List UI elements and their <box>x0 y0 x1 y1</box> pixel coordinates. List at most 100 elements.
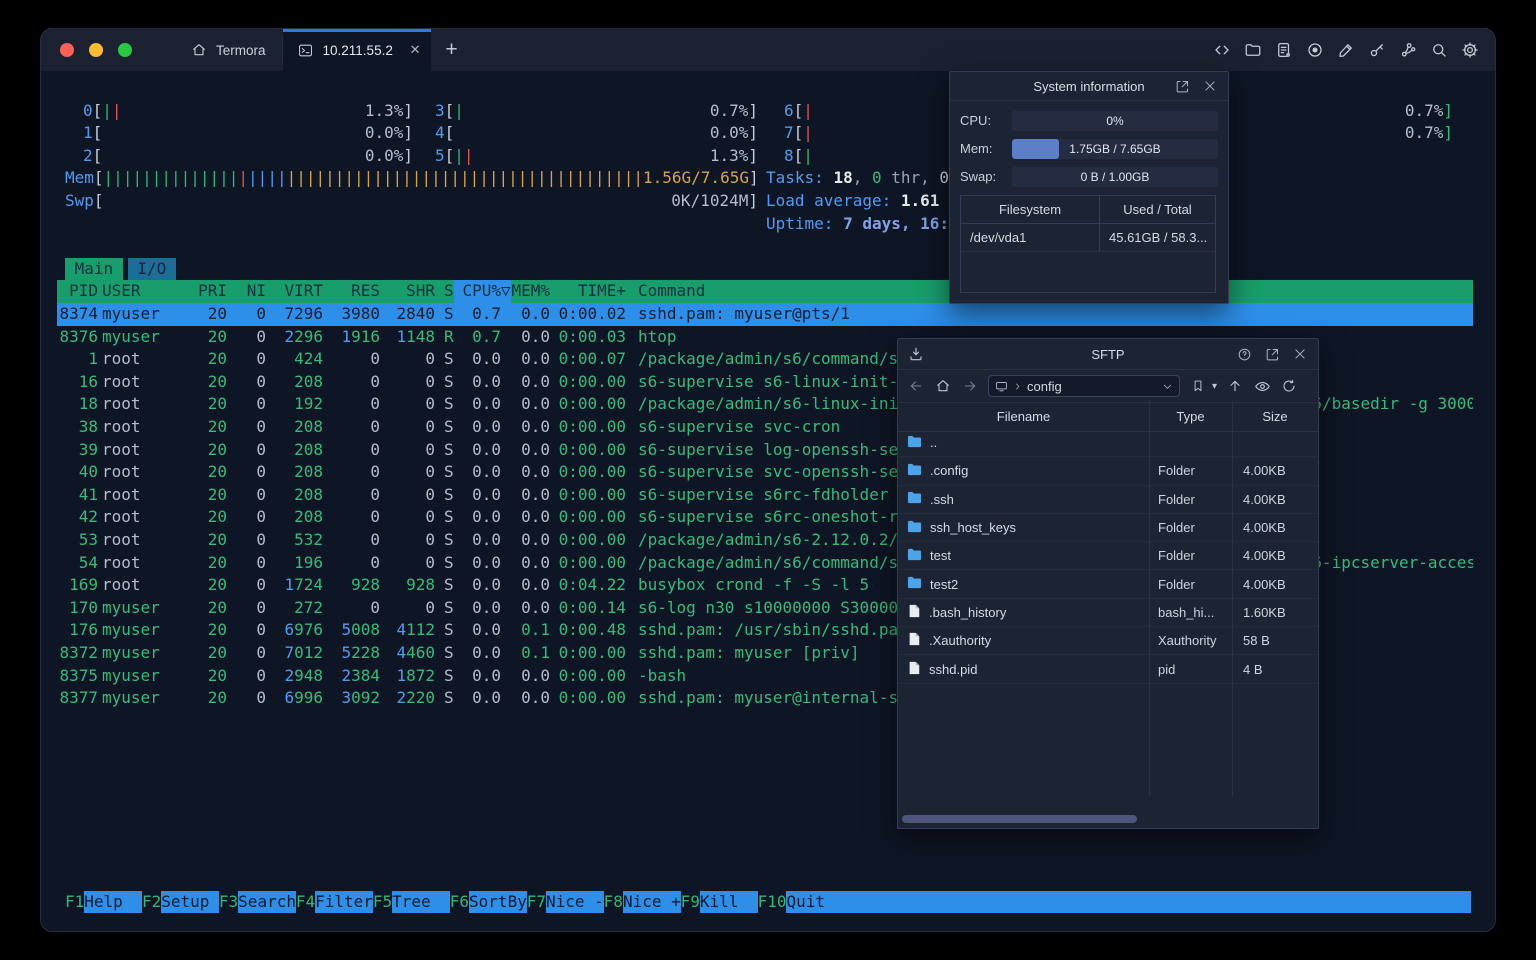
tab-termora-home[interactable]: Termora <box>174 29 282 71</box>
col-size[interactable]: Size <box>1232 403 1318 431</box>
fkey-F10[interactable]: F10 Quit <box>758 890 1471 914</box>
edit-icon[interactable] <box>1337 41 1355 59</box>
file-row[interactable]: .ssh Folder 4.00KB <box>898 486 1318 514</box>
file-row[interactable]: ssh_host_keys Folder 4.00KB <box>898 514 1318 543</box>
back-icon[interactable] <box>907 377 925 395</box>
fkey-F4[interactable]: F4 Filter <box>296 890 373 914</box>
tab-session-active[interactable]: 10.211.55.2 ✕ <box>282 29 431 71</box>
col-shr[interactable]: SHR <box>380 280 435 303</box>
file-icon <box>907 632 921 649</box>
screenshot-stage: Termora 10.211.55.2 ✕ + 0 [| | 1.3%] 1… <box>0 0 1536 960</box>
help-icon[interactable] <box>1235 345 1253 363</box>
new-tab-button[interactable]: + <box>437 35 467 65</box>
col-pri[interactable]: PRI <box>198 280 227 303</box>
fkey-F8[interactable]: F8 Nice + <box>604 890 681 914</box>
sysinfo-titlebar[interactable]: System information <box>950 72 1228 101</box>
col-user[interactable]: USER <box>102 280 198 303</box>
path-input[interactable]: config <box>988 375 1180 397</box>
file-size: 4.00KB <box>1243 548 1286 564</box>
open-in-window-icon[interactable] <box>1173 77 1191 95</box>
sftp-panel: SFTP config ▾ Filename Type Size .. .con… <box>897 338 1319 829</box>
fkey-F2[interactable]: F2 Setup <box>142 890 219 914</box>
system-information-panel: System information CPU: 0% Mem: 1.75GB / 7.… <box>949 71 1229 304</box>
file-row[interactable]: .config Folder 4.00KB <box>898 457 1318 486</box>
chevron-down-icon[interactable] <box>1162 381 1173 392</box>
file-name: test2 <box>930 576 959 592</box>
htop-view-tabs: Main I/O <box>65 257 176 281</box>
sftp-table-header: Filename Type Size <box>898 403 1318 432</box>
folder-icon <box>907 462 922 480</box>
download-icon[interactable] <box>907 345 925 363</box>
memory-meter: Mem[||||||||||||||||||||||||||||||||||||… <box>65 168 759 188</box>
up-directory-icon[interactable] <box>1226 377 1244 395</box>
file-icon <box>907 604 921 621</box>
htop-tab-main[interactable]: Main <box>65 257 123 281</box>
plus-icon: + <box>445 38 458 61</box>
open-in-window-icon[interactable] <box>1263 345 1281 363</box>
sysinfo-meter: Mem: 1.75GB / 7.65GB <box>960 138 1218 159</box>
fkey-F1[interactable]: F1 Help <box>65 890 142 914</box>
fkey-F5[interactable]: F5 Tree <box>373 890 450 914</box>
folder-icon[interactable] <box>1244 41 1262 59</box>
bookmark-icon[interactable] <box>1189 377 1207 395</box>
col-pid[interactable]: PID <box>57 280 98 303</box>
folder-icon <box>907 434 922 452</box>
horizontal-scrollbar[interactable] <box>902 815 1137 823</box>
file-row[interactable]: .Xauthority Xauthority 58 B <box>898 627 1318 656</box>
col-time[interactable]: TIME+ <box>550 280 626 303</box>
file-row[interactable]: test Folder 4.00KB <box>898 542 1318 571</box>
file-type: Folder <box>1158 548 1195 564</box>
process-row[interactable]: 8374 myuser 20 0 7296 3980 2840 S 0.7 0.0 0:00.02 s… <box>57 303 1473 326</box>
close-window-button[interactable] <box>60 43 74 57</box>
fkey-F6[interactable]: F6 SortBy <box>450 890 527 914</box>
snippets-icon[interactable] <box>1275 41 1293 59</box>
fkey-F3[interactable]: F3 Search <box>219 890 296 914</box>
htop-tab-io[interactable]: I/O <box>127 257 176 281</box>
filesystem-row[interactable]: /dev/vda1 45.61GB / 58.3... <box>961 224 1215 252</box>
path-chevron-icon <box>1016 383 1020 389</box>
record-icon[interactable] <box>1306 41 1324 59</box>
col-cpu-sorted[interactable]: CPU% <box>454 280 501 303</box>
col-virt[interactable]: VIRT <box>266 280 323 303</box>
search-icon[interactable] <box>1430 41 1448 59</box>
col-mem[interactable]: MEM% <box>511 280 550 303</box>
col-ni[interactable]: NI <box>227 280 266 303</box>
sftp-titlebar[interactable]: SFTP <box>898 339 1318 370</box>
sftp-toolbar: config ▾ <box>898 370 1318 403</box>
col-res[interactable]: RES <box>323 280 380 303</box>
fkey-F7[interactable]: F7 Nice - <box>527 890 604 914</box>
settings-gear-icon[interactable] <box>1461 41 1479 59</box>
file-row[interactable]: .bash_history bash_hi... 1.60KB <box>898 599 1318 628</box>
file-row[interactable]: test2 Folder 4.00KB <box>898 570 1318 599</box>
folder-icon <box>907 547 922 565</box>
function-key-bar: F1 Help F2 Setup F3 Search F4 Filter F5 Tree F6 Sor… <box>65 890 1471 914</box>
home-icon[interactable] <box>934 377 952 395</box>
zoom-window-button[interactable] <box>118 43 132 57</box>
close-tab-icon[interactable]: ✕ <box>410 42 421 58</box>
forward-icon[interactable] <box>961 377 979 395</box>
file-row[interactable]: .. <box>898 429 1318 458</box>
minimize-window-button[interactable] <box>89 43 103 57</box>
file-size: 4.00KB <box>1243 463 1286 479</box>
termora-window: Termora 10.211.55.2 ✕ + 0 [| | 1.3%] 1… <box>40 28 1496 932</box>
swap-meter: Swp[0K/1024M] <box>65 191 758 210</box>
titlebar-toolbar <box>1213 41 1495 59</box>
col-filename[interactable]: Filename <box>898 403 1149 431</box>
file-type: Folder <box>1158 520 1195 536</box>
key-icon[interactable] <box>1368 41 1386 59</box>
file-type: Folder <box>1158 576 1195 592</box>
file-row[interactable]: sshd.pid pid 4 B <box>898 655 1318 684</box>
close-panel-icon[interactable] <box>1291 345 1309 363</box>
col-state[interactable]: S <box>435 280 454 303</box>
cpu-meter-column-left: 0[| | 1.3%] 1[0.0%] 2[0.0%] <box>83 100 413 168</box>
code-icon[interactable] <box>1213 41 1231 59</box>
bookmark-dropdown-icon[interactable]: ▾ <box>1212 381 1217 392</box>
col-type[interactable]: Type <box>1149 403 1232 431</box>
refresh-icon[interactable] <box>1280 377 1298 395</box>
close-panel-icon[interactable] <box>1201 77 1219 95</box>
keygen-icon[interactable] <box>1399 41 1417 59</box>
file-size: 1.60KB <box>1243 604 1286 620</box>
folder-icon <box>907 575 922 593</box>
fkey-F9[interactable]: F9 Kill <box>681 890 758 914</box>
show-hidden-eye-icon[interactable] <box>1253 377 1271 395</box>
